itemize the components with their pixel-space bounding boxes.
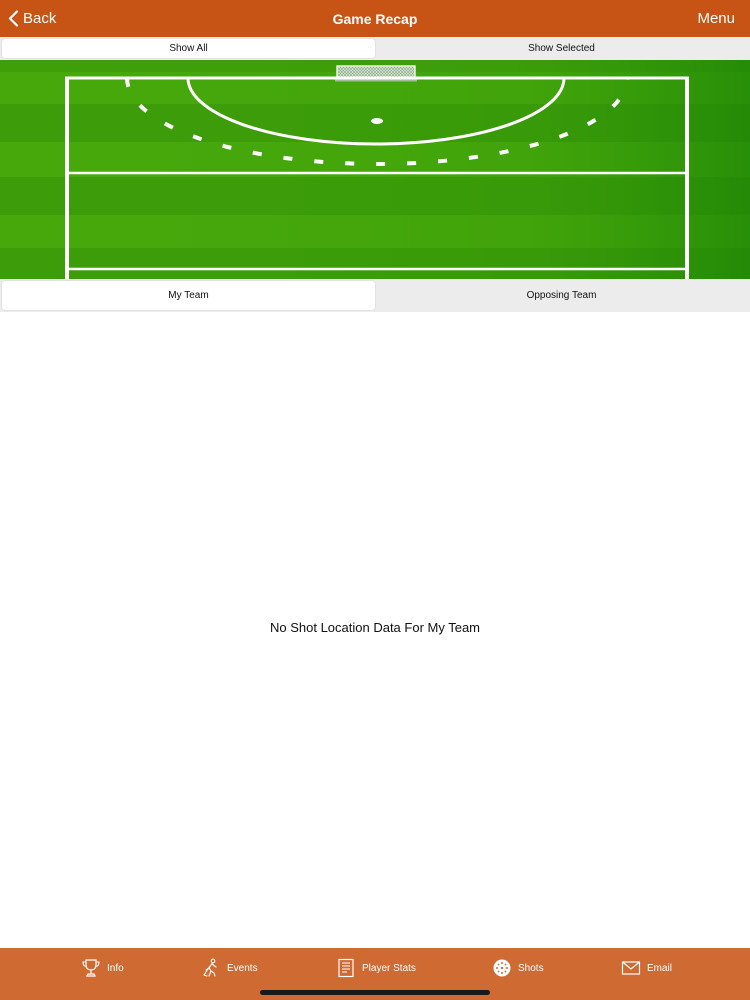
- tab-events[interactable]: Events: [201, 948, 258, 988]
- trophy-icon: [82, 959, 100, 977]
- chevron-left-icon: [8, 10, 19, 27]
- show-selected-segment[interactable]: Show Selected: [375, 39, 748, 58]
- tab-label: Shots: [518, 962, 544, 974]
- back-button[interactable]: Back: [8, 0, 56, 37]
- tab-info[interactable]: Info: [81, 948, 124, 988]
- show-all-segment[interactable]: Show All: [2, 39, 375, 58]
- tab-label: Info: [107, 962, 124, 974]
- shot-filter-control: Show All Show Selected: [0, 37, 750, 60]
- page-title: Game Recap: [332, 10, 418, 27]
- my-team-segment[interactable]: My Team: [2, 281, 375, 310]
- home-indicator[interactable]: [260, 990, 490, 995]
- tab-player-stats[interactable]: Player Stats: [336, 948, 416, 988]
- envelope-icon: [621, 961, 641, 975]
- back-label: Back: [23, 10, 57, 27]
- opposing-team-segment[interactable]: Opposing Team: [375, 281, 748, 310]
- navigation-bar: Back Game Recap Menu: [0, 0, 750, 37]
- tab-label: Events: [227, 962, 258, 974]
- scoresheet-icon: [338, 958, 354, 978]
- tab-label: Player Stats: [362, 962, 416, 974]
- shot-location-field[interactable]: [0, 60, 750, 279]
- field-hockey-pitch: [0, 60, 750, 279]
- tab-shots[interactable]: Shots: [492, 948, 544, 988]
- empty-state-message: No Shot Location Data For My Team: [269, 620, 481, 635]
- tab-label: Email: [647, 962, 673, 974]
- menu-button[interactable]: Menu: [697, 0, 735, 37]
- ball-icon: [493, 959, 511, 977]
- tab-email[interactable]: Email: [621, 948, 672, 988]
- hockey-player-icon: [203, 958, 217, 977]
- team-selector: My Team Opposing Team: [0, 279, 750, 312]
